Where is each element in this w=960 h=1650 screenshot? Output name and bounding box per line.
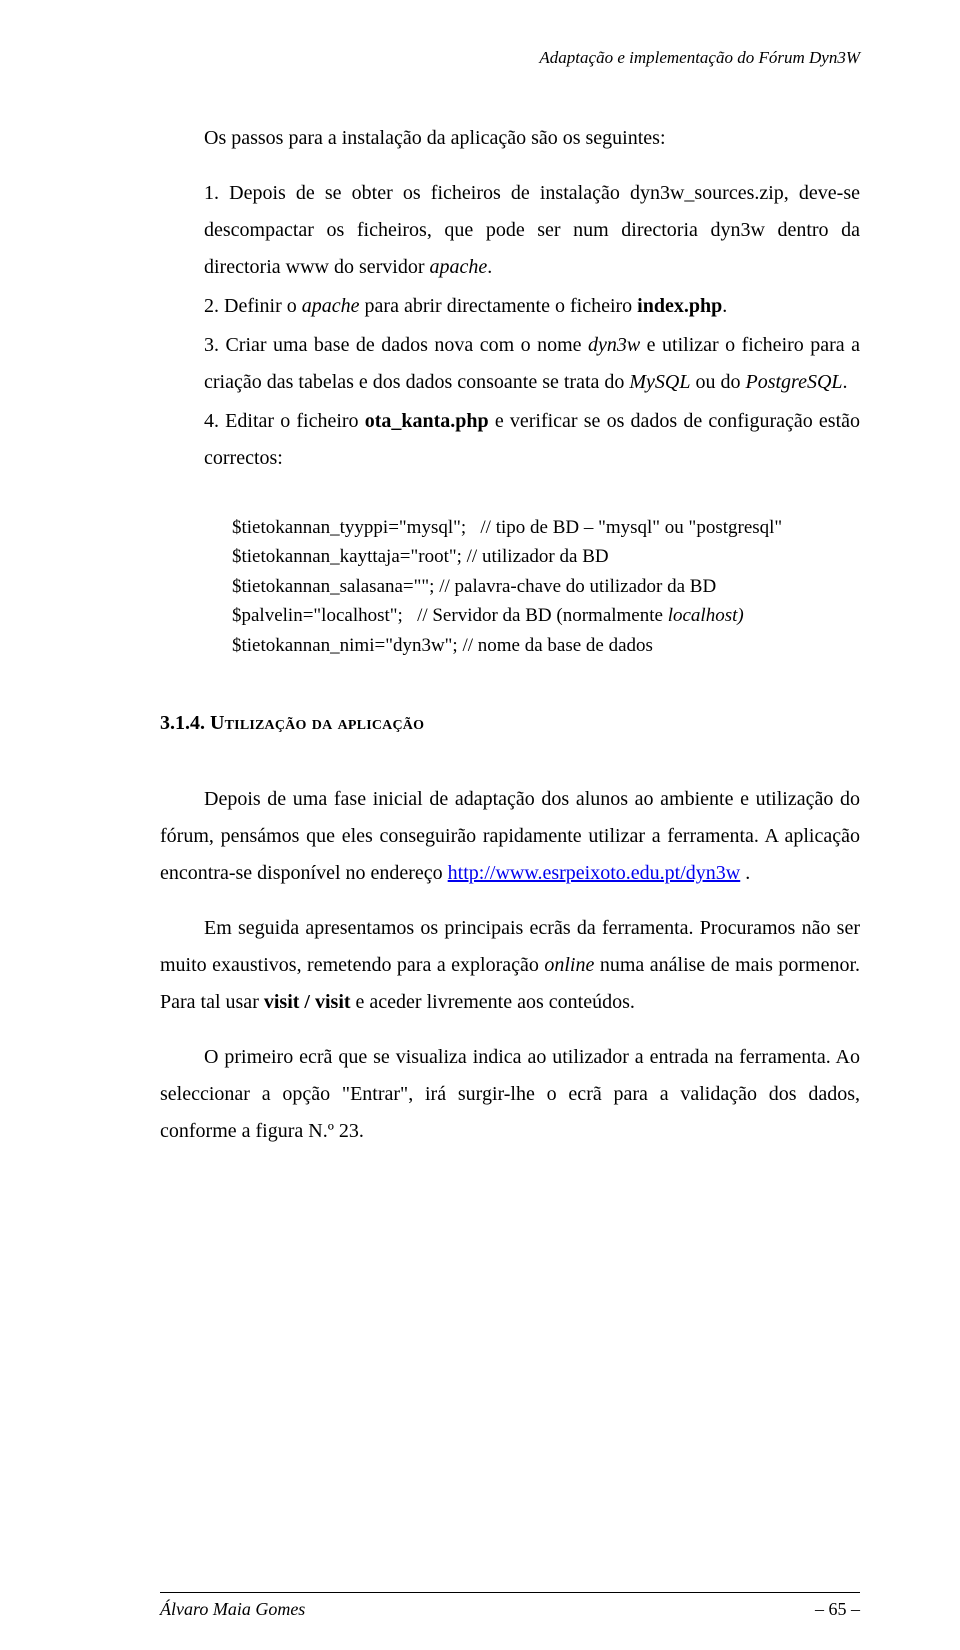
config-var: $tietokannan_nimi="dyn3w"; <box>232 635 462 656</box>
section-number: 3.1.4. <box>160 712 210 734</box>
footer-page-number: – 65 – <box>815 1599 860 1620</box>
step-text: . <box>487 256 492 278</box>
step-italic: dyn3w <box>588 334 640 356</box>
config-var: $tietokannan_kayttaja="root"; <box>232 546 467 567</box>
section-title: Utilização da aplicação <box>210 712 424 734</box>
body-italic: online <box>544 954 594 976</box>
step-number: 4. <box>204 410 219 432</box>
config-line: $tietokannan_kayttaja="root"; // utiliza… <box>232 542 860 571</box>
step-text: Definir o <box>224 295 302 317</box>
install-steps-list: 1. Depois de se obter os ficheiros de in… <box>160 175 860 477</box>
step-text: Editar o ficheiro <box>225 410 365 432</box>
body-text: . <box>740 862 750 884</box>
step-number: 3. <box>204 334 219 356</box>
config-comment: // tipo de BD – "mysql" ou "postgresql" <box>480 517 782 538</box>
config-var: $tietokannan_tyyppi="mysql"; <box>232 517 480 538</box>
config-line: $tietokannan_salasana=""; // palavra-cha… <box>232 572 860 601</box>
footer-author: Álvaro Maia Gomes <box>160 1599 305 1620</box>
step-text: Criar uma base de dados nova com o nome <box>225 334 588 356</box>
body-bold: visit / visit <box>264 991 351 1013</box>
config-comment: // nome da base de dados <box>462 635 652 656</box>
app-url-link[interactable]: http://www.esrpeixoto.edu.pt/dyn3w <box>448 862 741 884</box>
step-4: 4. Editar o ficheiro ota_kanta.php e ver… <box>204 403 860 477</box>
config-comment: // Servidor da BD (normalmente <box>417 605 668 626</box>
step-3: 3. Criar uma base de dados nova com o no… <box>204 327 860 401</box>
step-italic: apache <box>302 295 360 317</box>
running-title: Adaptação e implementação do Fórum Dyn3W <box>539 48 860 67</box>
page-footer: Álvaro Maia Gomes – 65 – <box>160 1592 860 1620</box>
config-var: $palvelin="localhost"; <box>232 605 417 626</box>
step-text: ou do <box>691 371 746 393</box>
step-1: 1. Depois de se obter os ficheiros de in… <box>204 175 860 286</box>
body-text: e aceder livremente aos conteúdos. <box>351 991 635 1013</box>
running-header: Adaptação e implementação do Fórum Dyn3W <box>160 48 860 68</box>
section-heading: 3.1.4. Utilização da aplicação <box>160 712 860 735</box>
step-number: 2. <box>204 295 219 317</box>
config-block: $tietokannan_tyyppi="mysql"; // tipo de … <box>232 513 860 660</box>
step-italic: apache <box>430 256 488 278</box>
intro-paragraph: Os passos para a instalação da aplicação… <box>160 120 860 157</box>
step-text: Depois de se obter os ficheiros de insta… <box>204 182 860 278</box>
config-italic: localhost) <box>668 605 744 626</box>
step-italic: MySQL <box>629 371 690 393</box>
config-line: $tietokannan_tyyppi="mysql"; // tipo de … <box>232 513 860 542</box>
step-2: 2. Definir o apache para abrir directame… <box>204 288 860 325</box>
step-bold: ota_kanta.php <box>365 410 489 432</box>
config-var: $tietokannan_salasana=""; <box>232 576 439 597</box>
step-bold: index.php <box>637 295 722 317</box>
body-paragraph-3: O primeiro ecrã que se visualiza indica … <box>160 1039 860 1150</box>
step-text: para abrir directamente o ficheiro <box>360 295 638 317</box>
config-comment: // palavra-chave do utilizador da BD <box>439 576 716 597</box>
step-number: 1. <box>204 182 219 204</box>
body-paragraph-2: Em seguida apresentamos os principais ec… <box>160 910 860 1021</box>
config-line: $tietokannan_nimi="dyn3w"; // nome da ba… <box>232 631 860 660</box>
config-comment: // utilizador da BD <box>467 546 609 567</box>
step-italic: PostgreSQL <box>746 371 843 393</box>
config-line: $palvelin="localhost"; // Servidor da BD… <box>232 601 860 630</box>
step-text: . <box>722 295 727 317</box>
step-text: . <box>843 371 848 393</box>
body-paragraph-1: Depois de uma fase inicial de adaptação … <box>160 781 860 892</box>
